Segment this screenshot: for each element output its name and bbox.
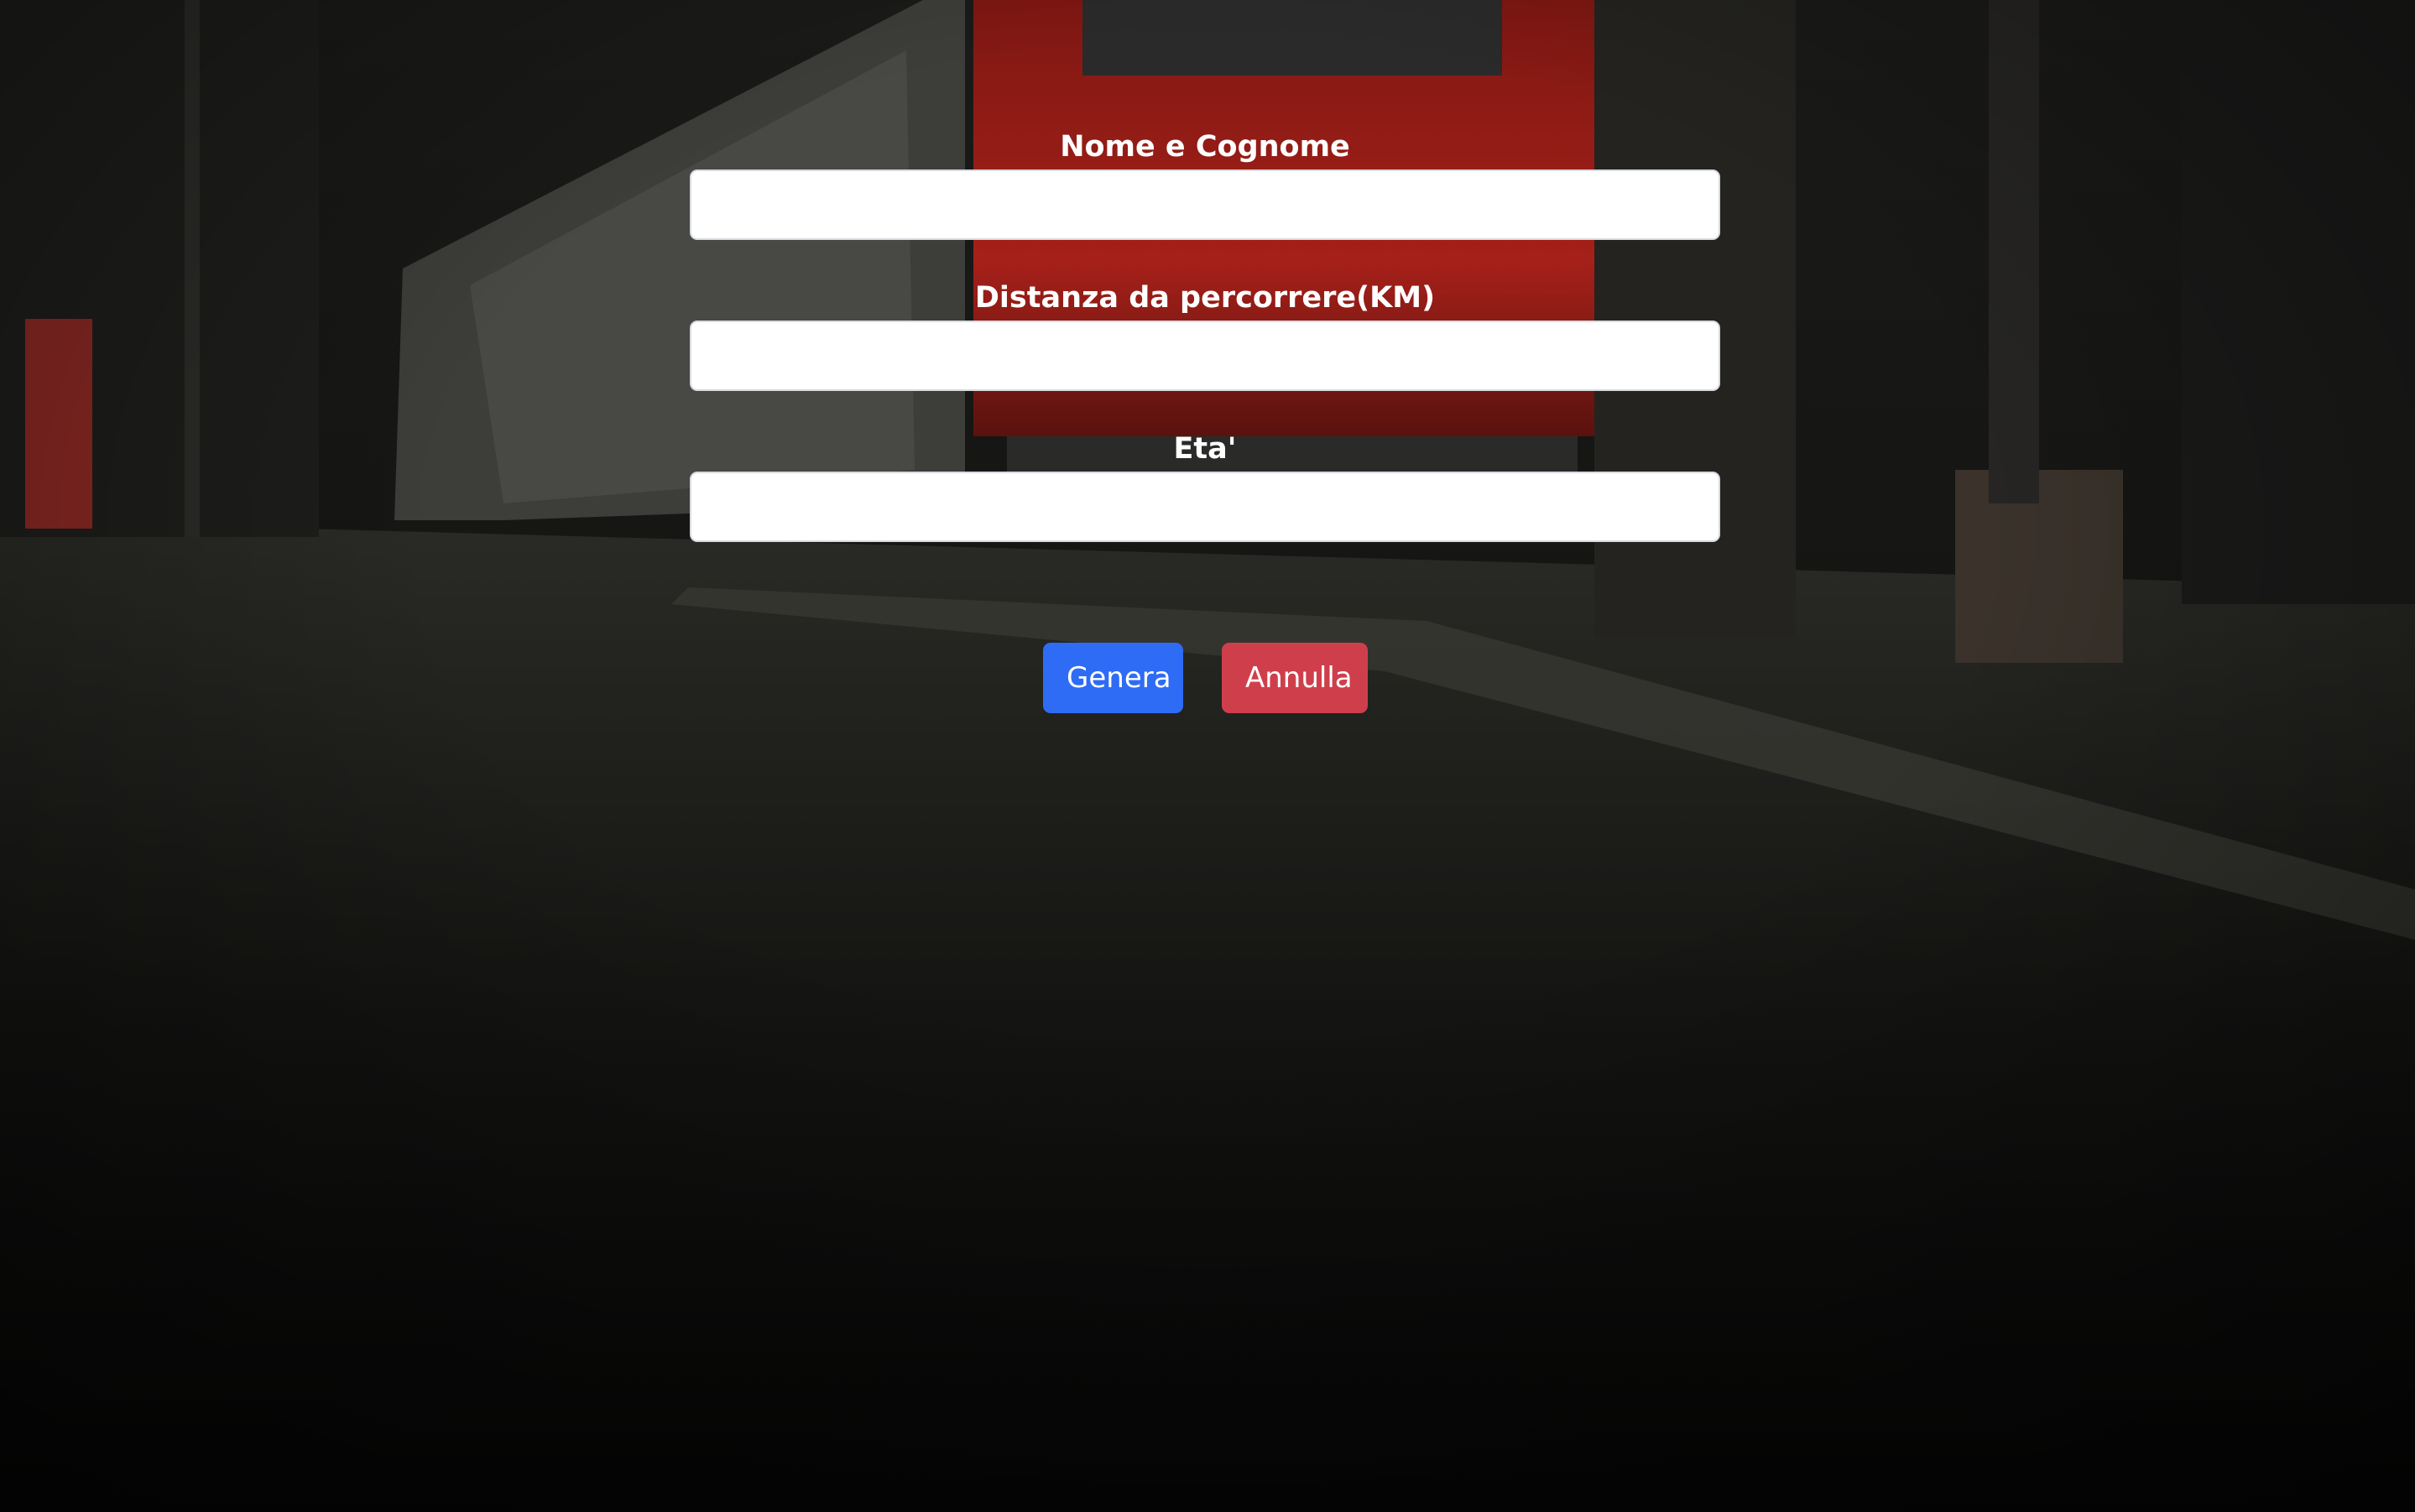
distance-label: Distanza da percorrere(KM): [974, 281, 1436, 315]
generate-button[interactable]: Genera: [1043, 643, 1183, 713]
distance-input[interactable]: [690, 321, 1720, 391]
cancel-button[interactable]: Annulla: [1222, 643, 1368, 713]
ticket-form: Nome e Cognome Distanza da percorrere(KM…: [690, 124, 1720, 542]
form-actions: Genera Annulla: [1043, 643, 1368, 713]
page: Nome e Cognome Distanza da percorrere(KM…: [0, 0, 2415, 1512]
name-input[interactable]: [690, 169, 1720, 240]
name-label: Nome e Cognome: [1060, 130, 1350, 164]
age-input[interactable]: [690, 472, 1720, 542]
age-label: Eta': [1173, 432, 1237, 466]
